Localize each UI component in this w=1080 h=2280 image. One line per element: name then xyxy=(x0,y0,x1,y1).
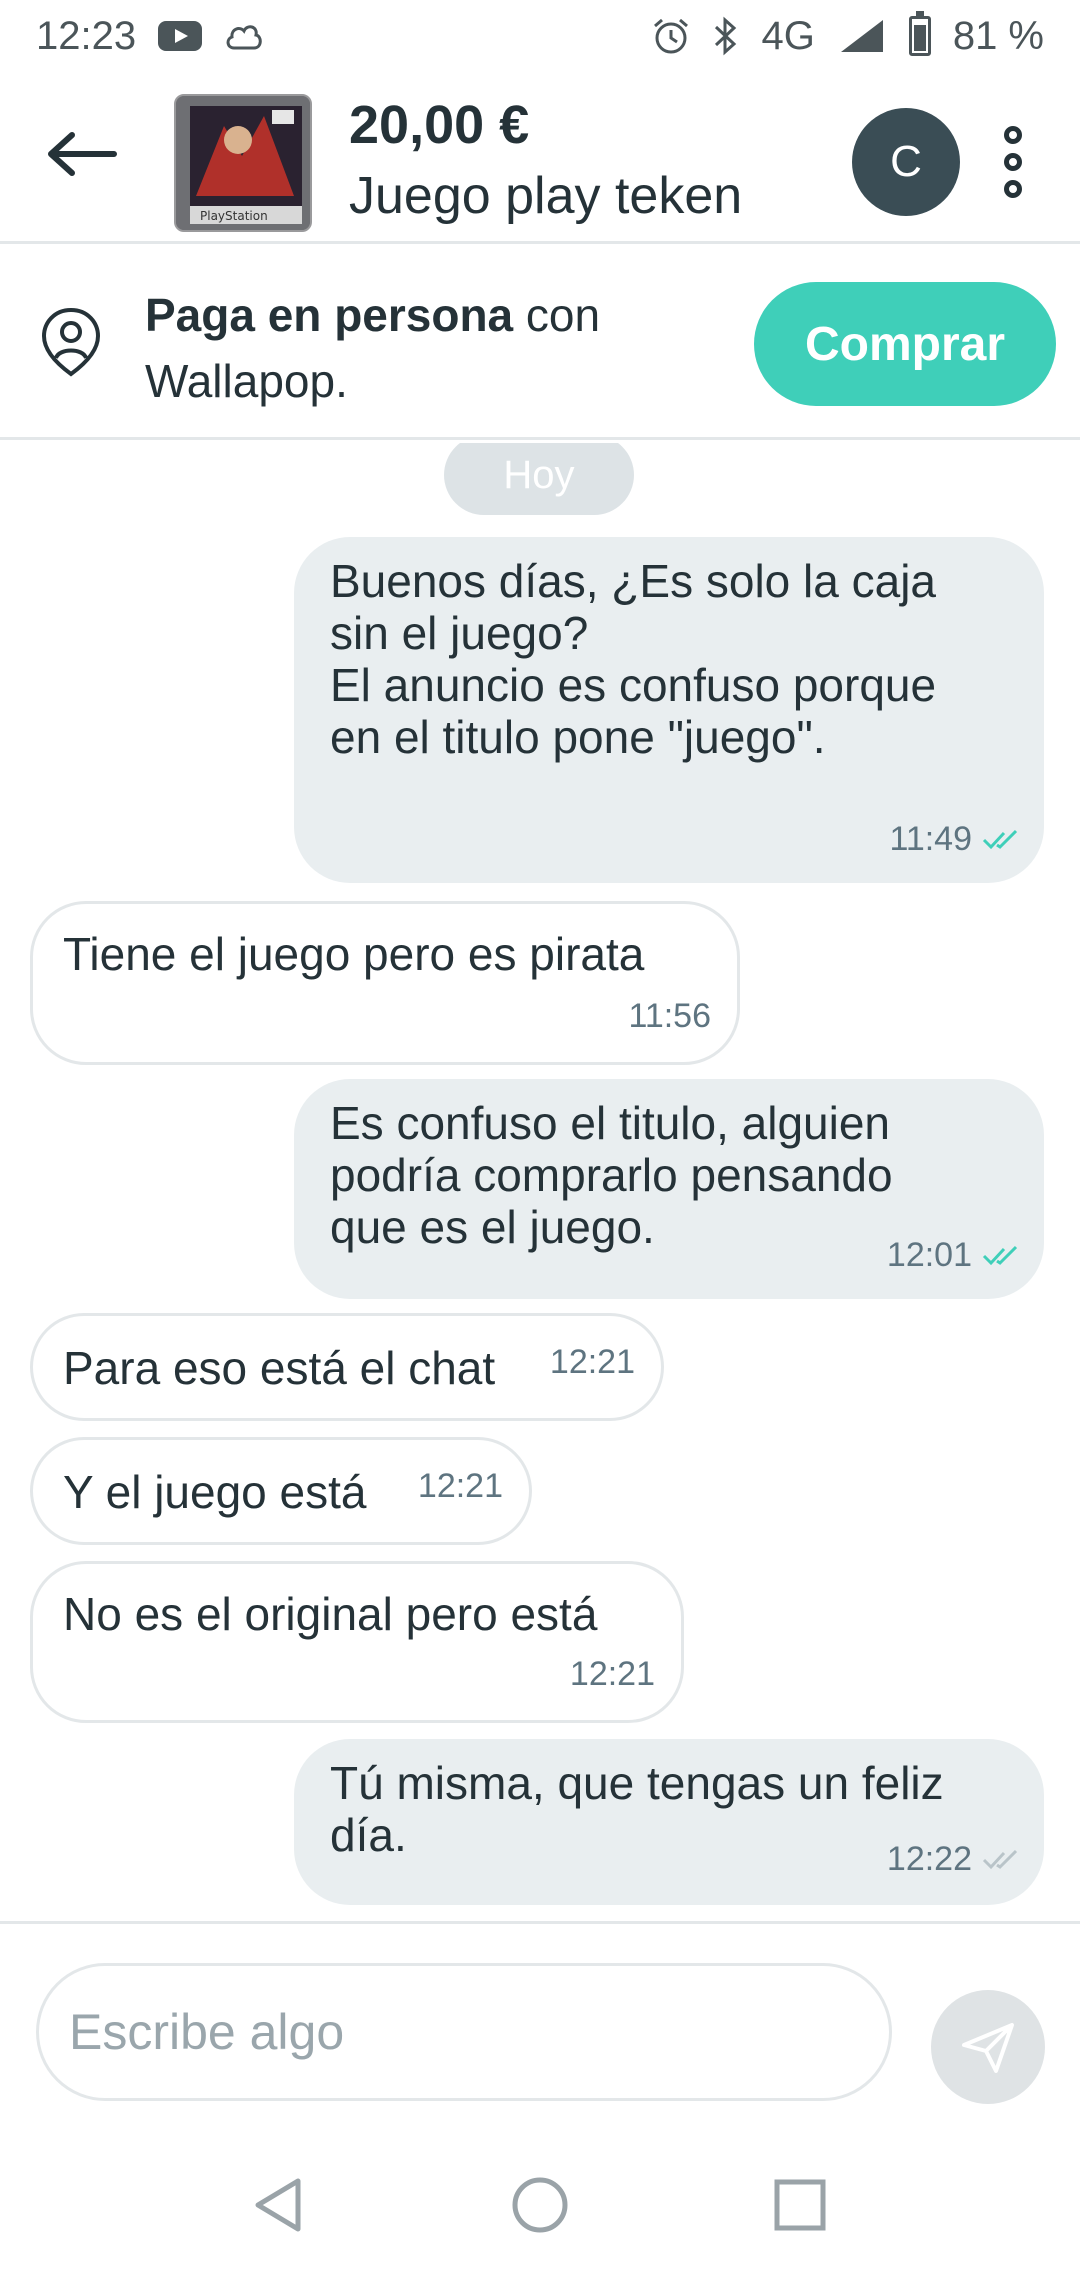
battery-level: 81 % xyxy=(952,13,1044,58)
triangle-back-icon xyxy=(255,2178,301,2232)
message-meta: 12:01 xyxy=(887,1229,1022,1281)
message-meta: 12:21 xyxy=(570,1648,655,1700)
status-bar: 12:23 4G 81 % xyxy=(0,0,1080,72)
system-nav-bar xyxy=(0,2125,1080,2280)
message-time: 12:21 xyxy=(417,1467,503,1505)
cloud-icon xyxy=(226,25,262,50)
location-user-icon xyxy=(41,307,101,377)
bluetooth-icon xyxy=(715,16,737,56)
message-bubble-outgoing[interactable]: Es confuso el titulo, alguien podría com… xyxy=(294,1079,1044,1299)
avatar[interactable]: C xyxy=(852,108,960,216)
double-check-sent-icon xyxy=(982,1849,1018,1870)
message-meta: 12:21 xyxy=(550,1336,635,1388)
send-icon xyxy=(962,2023,1014,2073)
battery-icon xyxy=(908,11,931,56)
double-check-read-icon xyxy=(982,829,1018,850)
dot xyxy=(1004,180,1022,198)
status-right: 4G 81 % xyxy=(651,11,1044,59)
chat-header: PlayStation 20,00 € Juego play teken C xyxy=(0,72,1080,244)
nav-back-button[interactable] xyxy=(246,2173,310,2237)
pay-text-bold: Paga en persona xyxy=(145,289,514,341)
message-meta: 11:56 xyxy=(628,990,711,1042)
message-time: 12:21 xyxy=(549,1343,635,1381)
clock: 12:23 xyxy=(36,13,137,58)
message-text: Es confuso el titulo, alguien podría com… xyxy=(330,1097,893,1253)
square-recents-icon xyxy=(774,2179,826,2231)
alarm-icon xyxy=(654,18,689,54)
playstation-logo-text: PlayStation xyxy=(200,209,268,223)
product-price: 20,00 € xyxy=(349,95,530,155)
message-text: Buenos días, ¿Es solo la caja sin el jue… xyxy=(330,555,937,763)
game-cover-image: PlayStation xyxy=(176,96,310,230)
message-bubble-incoming[interactable]: Y el juego está 12:21 xyxy=(30,1437,532,1545)
double-check-read-icon xyxy=(982,1245,1018,1266)
pay-in-person-banner: Paga en persona con Wallapop. Comprar xyxy=(0,244,1080,440)
message-bubble-incoming[interactable]: No es el original pero está 12:21 xyxy=(30,1561,684,1723)
message-time: 11:49 xyxy=(889,820,972,858)
message-text: Tú misma, que tengas un feliz día. xyxy=(330,1757,944,1861)
network-label: 4G xyxy=(761,13,815,58)
arrow-left-icon xyxy=(48,132,117,176)
more-options-button[interactable] xyxy=(988,120,1038,204)
message-bubble-outgoing[interactable]: Tú misma, que tengas un feliz día. 12:22 xyxy=(294,1739,1044,1905)
message-time: 12:22 xyxy=(886,1840,972,1878)
circle-home-icon xyxy=(512,2177,568,2233)
message-meta: 12:21 xyxy=(418,1460,503,1512)
message-composer xyxy=(0,1921,1080,2125)
back-button[interactable] xyxy=(46,124,118,184)
product-title[interactable]: Juego play teken xyxy=(349,166,742,226)
signal-icon xyxy=(840,20,883,52)
dot xyxy=(1004,153,1022,171)
send-button[interactable] xyxy=(931,1990,1045,2104)
day-separator: Hoy xyxy=(444,443,634,515)
youtube-icon xyxy=(158,21,203,51)
message-meta: 11:49 xyxy=(889,813,1022,865)
buy-button[interactable]: Comprar xyxy=(754,282,1056,406)
status-left: 12:23 xyxy=(36,14,264,59)
product-thumbnail[interactable]: PlayStation xyxy=(174,94,312,232)
message-bubble-outgoing[interactable]: Buenos días, ¿Es solo la caja sin el jue… xyxy=(294,537,1044,883)
nav-home-button[interactable] xyxy=(508,2173,572,2237)
message-text: Y el juego está xyxy=(63,1466,367,1518)
message-text: No es el original pero está xyxy=(63,1588,598,1640)
message-bubble-incoming[interactable]: Para eso está el chat 12:21 xyxy=(30,1313,664,1421)
message-text: Tiene el juego pero es pirata xyxy=(63,928,645,980)
pay-in-person-text: Paga en persona con Wallapop. xyxy=(145,282,705,414)
message-bubble-incoming[interactable]: Tiene el juego pero es pirata 11:56 xyxy=(30,901,740,1065)
message-text: Para eso está el chat xyxy=(63,1342,496,1394)
message-time: 12:01 xyxy=(886,1236,972,1274)
chat-messages[interactable]: Hoy Buenos días, ¿Es solo la caja sin el… xyxy=(0,443,1080,1921)
message-meta: 12:22 xyxy=(887,1833,1022,1885)
nav-recents-button[interactable] xyxy=(768,2173,832,2237)
dot xyxy=(1004,126,1022,144)
message-time: 11:56 xyxy=(628,997,711,1035)
message-input[interactable] xyxy=(36,1963,892,2101)
message-time: 12:21 xyxy=(569,1655,655,1693)
